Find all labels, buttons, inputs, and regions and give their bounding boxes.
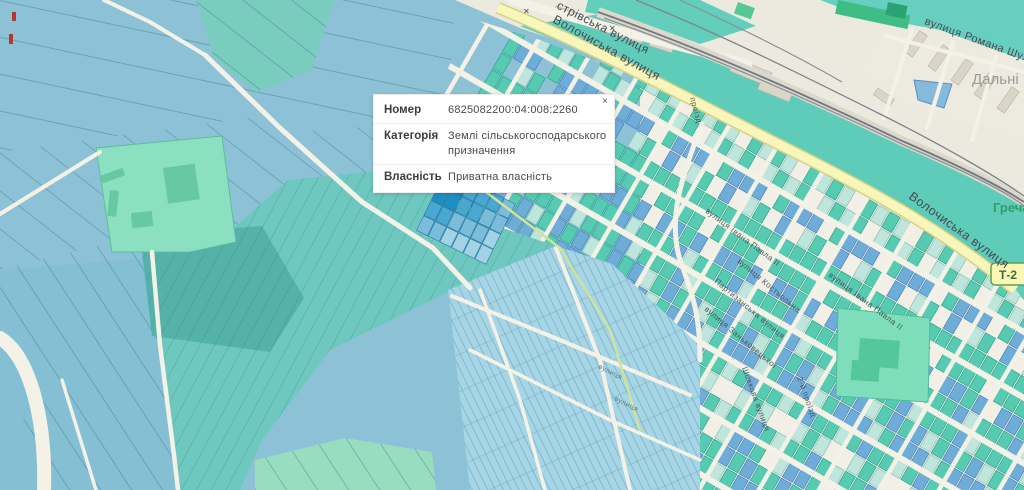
map-canvas[interactable]: Т-2 Волочиська вулицяВолочиська вулицяву… [0, 0, 1024, 490]
crossing-icon: ✕ [523, 7, 530, 16]
info-value: Землі сільськогосподарського призначення [448, 129, 608, 159]
place-label: Дальні [972, 71, 1019, 88]
info-value: Приватна власність [448, 170, 608, 185]
parcel-info-popup: × Номер 6825082200:04:008:2260 Категорія… [373, 94, 615, 193]
road-badge-label: Т-2 [999, 268, 1017, 282]
place-label: Гречани [993, 200, 1024, 215]
info-row: Категорія Землі сільськогосподарського п… [374, 123, 614, 164]
road-badge: Т-2 [991, 263, 1024, 285]
info-row: Номер 6825082200:04:008:2260 [374, 98, 614, 123]
info-value: 6825082200:04:008:2260 [448, 103, 608, 118]
info-label: Категорія [384, 129, 448, 159]
popup-close-button[interactable]: × [602, 96, 608, 108]
info-row: Власність Приватна власність [374, 164, 614, 190]
crossing-icon: ✕ [609, 24, 616, 33]
map-view[interactable]: Т-2 Волочиська вулицяВолочиська вулицяву… [0, 0, 1024, 490]
info-label: Номер [384, 103, 448, 118]
info-label: Власність [384, 170, 448, 185]
